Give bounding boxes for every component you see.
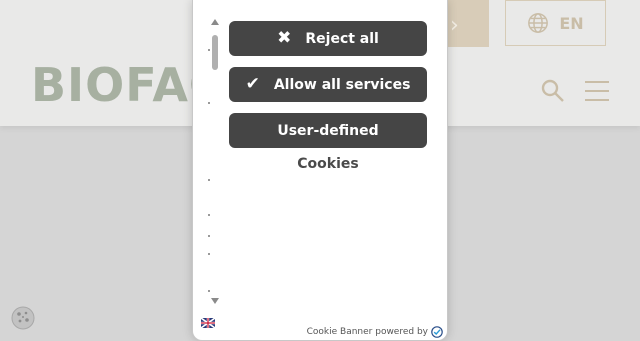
allow-all-button[interactable]: ✔ Allow all services [229,67,427,102]
language-label: EN [559,13,584,33]
allow-all-label: Allow all services [273,76,411,93]
powered-by-text: Cookie Banner powered by [306,327,428,337]
cookie-consent-dialog: ✖ Reject all ✔ Allow all services User-d… [192,0,448,341]
scrollbar-thumb[interactable] [212,35,218,70]
cookies-link[interactable]: Cookies [229,156,427,172]
globe-icon [528,13,549,33]
powered-by-footer[interactable]: Cookie Banner powered by [307,326,443,338]
menu-icon[interactable] [584,80,610,102]
check-icon: ✔ [245,74,260,94]
reject-all-label: Reject all [305,30,379,47]
brand-check-icon [431,326,443,338]
language-switcher[interactable]: EN [505,0,606,46]
language-flag-icon[interactable] [201,318,215,328]
user-defined-label: User-defined [277,122,379,139]
close-icon: ✖ [277,28,292,48]
cookie-settings-icon[interactable] [11,306,35,330]
reject-all-button[interactable]: ✖ Reject all [229,21,427,56]
scrollbar[interactable] [208,15,222,310]
user-defined-button[interactable]: User-defined [229,113,427,148]
chevron-right-icon: › [450,13,459,38]
scroll-up-arrow-icon[interactable] [211,19,219,25]
scroll-down-arrow-icon[interactable] [211,298,219,304]
search-icon[interactable] [540,78,566,104]
